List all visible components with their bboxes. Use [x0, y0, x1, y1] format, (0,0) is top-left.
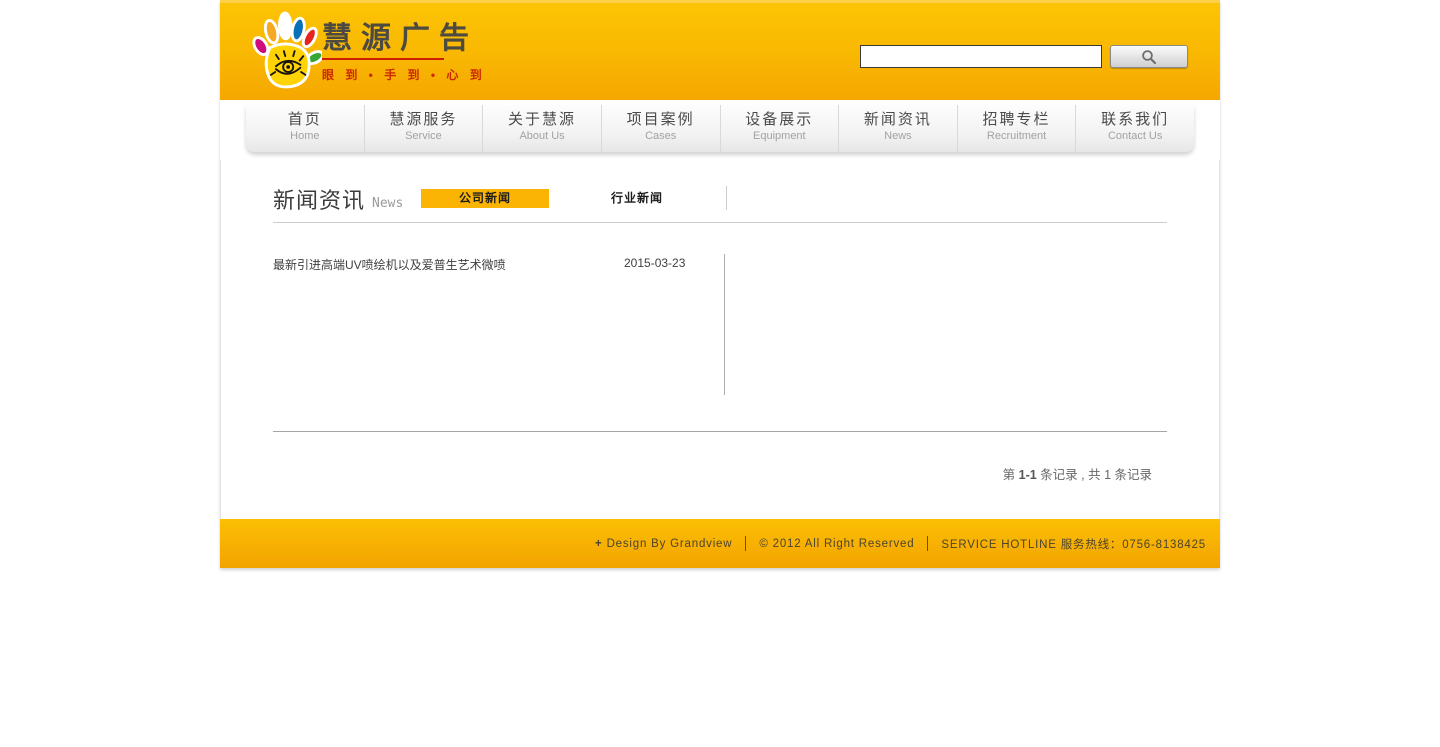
search-input[interactable]	[860, 45, 1102, 68]
hand-eye-logo-icon	[250, 11, 322, 97]
news-heading-zh: 新闻资讯	[273, 183, 365, 215]
pagination-summary: 第 1-1 条记录 , 共 1 条记录	[273, 464, 1167, 483]
nav-label-zh: 设备展示	[721, 111, 839, 129]
footer-copyright: © 2012 All Right Reserved	[759, 538, 914, 550]
nav-label-en: Contact Us	[1076, 129, 1194, 143]
nav-label-en: Cases	[602, 129, 720, 143]
footer-divider	[927, 536, 928, 551]
tab-industry-news[interactable]: 行业新闻	[573, 189, 701, 208]
news-item-title: 最新引进高端UV喷绘机以及爱普生艺术微喷	[273, 256, 624, 273]
nav-label-en: About Us	[483, 129, 601, 143]
tab-company-news[interactable]: 公司新闻	[421, 189, 549, 208]
nav-item-equipment[interactable]: 设备展示 Equipment	[721, 105, 840, 152]
brand-block: 慧源广告 眼 到 • 手 到 • 心 到	[322, 23, 486, 83]
nav-strip: 首页 Home 慧源服务 Service 关于慧源 About Us 项目案例 …	[220, 100, 1220, 160]
brand-underline	[322, 58, 444, 60]
nav-label-zh: 关于慧源	[483, 111, 601, 129]
footer-divider	[745, 536, 746, 551]
nav-label-en: Home	[246, 129, 364, 143]
pagination-text: 条记录 , 共 1 条记录	[1037, 468, 1152, 482]
nav-item-service[interactable]: 慧源服务 Service	[365, 105, 484, 152]
nav-label-en: News	[839, 129, 957, 143]
tab-divider	[726, 186, 727, 210]
nav-item-contact[interactable]: 联系我们 Contact Us	[1076, 105, 1194, 152]
nav-label-zh: 招聘专栏	[958, 111, 1076, 129]
nav-item-recruitment[interactable]: 招聘专栏 Recruitment	[958, 105, 1077, 152]
nav-item-news[interactable]: 新闻资讯 News	[839, 105, 958, 152]
main-nav: 首页 Home 慧源服务 Service 关于慧源 About Us 项目案例 …	[246, 105, 1194, 152]
pagination-text: 第	[1003, 468, 1019, 482]
brand-tagline: 眼 到 • 手 到 • 心 到	[322, 66, 486, 83]
nav-item-home[interactable]: 首页 Home	[246, 105, 365, 152]
nav-label-zh: 联系我们	[1076, 111, 1194, 129]
news-heading-en: News	[372, 196, 403, 211]
news-item-date: 2015-03-23	[624, 256, 685, 273]
nav-label-zh: 新闻资讯	[839, 111, 957, 129]
main-content: 新闻资讯 News 公司新闻 行业新闻 最新引进高端UV喷绘机以及爱普生艺术微喷…	[220, 160, 1220, 519]
site-footer: + Design By Grandview © 2012 All Right Re…	[220, 519, 1220, 568]
nav-label-zh: 首页	[246, 111, 364, 129]
news-list: 最新引进高端UV喷绘机以及爱普生艺术微喷 2015-03-23	[273, 223, 1167, 432]
footer-hotline: SERVICE HOTLINE 服务热线：0756-8138425	[941, 536, 1206, 552]
nav-label-zh: 项目案例	[602, 111, 720, 129]
nav-item-cases[interactable]: 项目案例 Cases	[602, 105, 721, 152]
nav-label-en: Equipment	[721, 129, 839, 143]
search-button[interactable]	[1110, 45, 1188, 68]
nav-item-about[interactable]: 关于慧源 About Us	[483, 105, 602, 152]
nav-label-zh: 慧源服务	[365, 111, 483, 129]
footer-design-credit: + Design By Grandview	[595, 538, 732, 550]
news-vertical-divider	[724, 254, 725, 395]
news-list-item[interactable]: 最新引进高端UV喷绘机以及爱普生艺术微喷 2015-03-23	[273, 256, 724, 273]
pagination-range: 1-1	[1019, 468, 1037, 482]
news-section-header: 新闻资讯 News 公司新闻 行业新闻	[273, 186, 1167, 212]
brand-title: 慧源广告	[322, 23, 486, 55]
page-container: 慧源广告 眼 到 • 手 到 • 心 到 首页 Home 慧源服务 Servic…	[220, 0, 1220, 568]
magnifier-icon	[1141, 49, 1157, 65]
nav-label-en: Service	[365, 129, 483, 143]
footer-design-text: Design By Grandview	[607, 538, 733, 550]
nav-label-en: Recruitment	[958, 129, 1076, 143]
plus-icon: +	[595, 538, 603, 550]
site-header: 慧源广告 眼 到 • 手 到 • 心 到	[220, 0, 1220, 100]
